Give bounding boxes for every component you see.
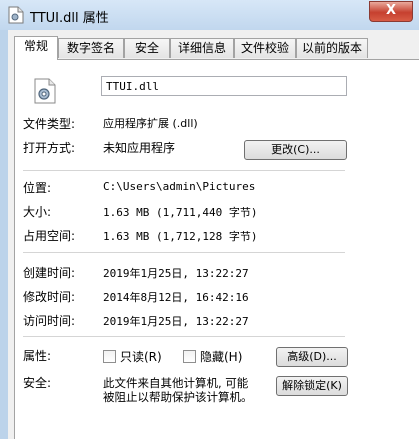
divider bbox=[23, 170, 345, 171]
size-on-disk-label: 占用空间: bbox=[23, 229, 76, 243]
open-with-value: 未知应用程序 bbox=[103, 141, 176, 155]
size-value: 1.63 MB (1,711,440 字节) bbox=[103, 206, 258, 219]
tab-digital-signatures[interactable]: 数字签名 bbox=[58, 38, 124, 58]
divider bbox=[23, 252, 345, 253]
readonly-checkbox[interactable]: 只读(R) bbox=[103, 348, 162, 365]
size-label: 大小: bbox=[23, 205, 52, 219]
location-label: 位置: bbox=[23, 181, 52, 195]
dialog-body: 常规 数字签名 安全 详细信息 文件校验 以前的版本 文件类型: 应用程序扩展 … bbox=[8, 30, 419, 439]
tab-security[interactable]: 安全 bbox=[124, 38, 170, 58]
unblock-button[interactable]: 解除锁定(K) bbox=[276, 376, 348, 396]
tab-general[interactable]: 常规 bbox=[14, 36, 58, 60]
title-bar[interactable]: TTUI.dll 属性 X bbox=[0, 0, 419, 30]
created-label: 创建时间: bbox=[23, 266, 76, 280]
checkbox-box[interactable] bbox=[103, 350, 116, 363]
hidden-checkbox[interactable]: 隐藏(H) bbox=[183, 348, 242, 365]
file-type-value: 应用程序扩展 (.dll) bbox=[103, 117, 198, 130]
change-button[interactable]: 更改(C)... bbox=[244, 140, 347, 160]
location-value: C:\Users\admin\Pictures bbox=[103, 180, 256, 193]
divider bbox=[23, 336, 345, 337]
gear-file-icon bbox=[34, 78, 56, 104]
security-label: 安全: bbox=[23, 376, 52, 390]
open-with-label: 打开方式: bbox=[23, 141, 76, 155]
size-on-disk-value: 1.63 MB (1,712,128 字节) bbox=[103, 230, 258, 243]
advanced-button[interactable]: 高级(D)... bbox=[276, 347, 348, 367]
window-title: TTUI.dll 属性 bbox=[30, 11, 109, 26]
accessed-label: 访问时间: bbox=[23, 314, 76, 328]
modified-value: 2014年8月12日, 16:42:16 bbox=[103, 291, 249, 304]
readonly-label: 只读(R) bbox=[120, 350, 162, 364]
attributes-label: 属性: bbox=[23, 349, 52, 363]
tab-previous-versions[interactable]: 以前的版本 bbox=[296, 38, 368, 58]
close-button[interactable]: X bbox=[369, 1, 413, 22]
security-text-line-2: 被阻止以帮助保护该计算机。 bbox=[103, 390, 253, 404]
accessed-value: 2019年1月25日, 13:22:27 bbox=[103, 315, 249, 328]
file-type-label: 文件类型: bbox=[23, 117, 76, 131]
checkbox-box[interactable] bbox=[183, 350, 196, 363]
created-value: 2019年1月25日, 13:22:27 bbox=[103, 267, 249, 280]
general-panel: 文件类型: 应用程序扩展 (.dll) 打开方式: 未知应用程序 更改(C)..… bbox=[14, 59, 419, 439]
tab-details[interactable]: 详细信息 bbox=[170, 38, 234, 58]
tab-checksum[interactable]: 文件校验 bbox=[234, 38, 296, 58]
file-icon bbox=[8, 6, 24, 24]
hidden-label: 隐藏(H) bbox=[200, 350, 243, 364]
properties-window: TTUI.dll 属性 X 常规 数字签名 安全 详细信息 文件校验 以前的版本… bbox=[0, 0, 419, 439]
file-name-input[interactable] bbox=[101, 76, 347, 96]
modified-label: 修改时间: bbox=[23, 290, 76, 304]
